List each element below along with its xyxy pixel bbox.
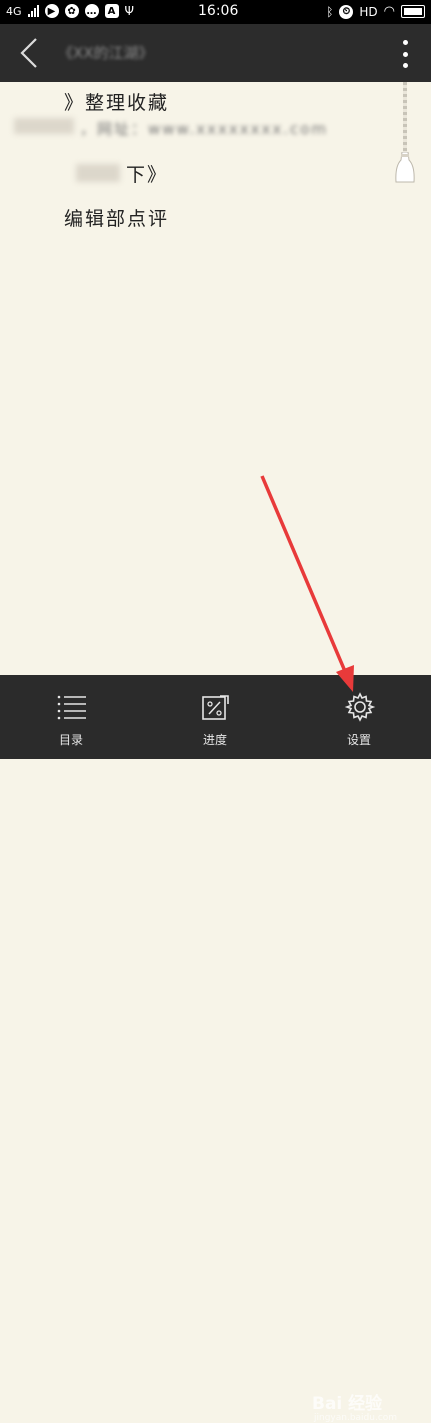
- wechat-icon: ✿: [64, 4, 79, 18]
- status-right-group: ᛒ ⏲ HD ◠: [326, 4, 425, 19]
- progress-button[interactable]: 进度: [160, 675, 270, 759]
- text-line-4: 编辑部点评: [64, 208, 170, 230]
- hd-badge: HD: [359, 4, 378, 19]
- baidu-watermark-url: jingyan.baidu.com: [314, 1413, 398, 1423]
- progress-label: 进度: [202, 733, 227, 747]
- toc-label: 目录: [58, 733, 83, 747]
- blurred-block-2: [76, 164, 120, 182]
- progress-percent-icon: [202, 695, 229, 720]
- pull-cord-rope: [403, 82, 407, 158]
- settings-gear-icon: [344, 692, 376, 722]
- toc-list-icon: [57, 695, 86, 720]
- settings-label: 设置: [346, 733, 371, 747]
- book-title: 《XX的江湖》: [58, 44, 154, 62]
- text-line-1: 》整理收藏: [64, 92, 170, 114]
- font-app-icon: A: [104, 4, 119, 18]
- pull-cord[interactable]: [395, 82, 415, 184]
- message-icon: …: [84, 4, 99, 18]
- reader-top-bar: 《XX的江湖》: [0, 24, 431, 82]
- reader-bottom-bar: 目录 进度 设置 Bai 经验 jingyan.baidu.com: [0, 675, 431, 1423]
- baidu-watermark: Bai 经验: [312, 1394, 383, 1414]
- network-type: 4G: [6, 4, 22, 18]
- pull-cord-tassel-icon: [395, 152, 415, 183]
- back-arrow-icon[interactable]: [14, 36, 44, 70]
- wifi-icon: ◠: [383, 4, 395, 19]
- text-line-3: 下》: [126, 164, 169, 186]
- settings-button[interactable]: 设置: [304, 675, 414, 759]
- bluetooth-icon: ᛒ: [326, 4, 334, 19]
- notification-app-icon: ▶: [44, 4, 59, 18]
- alarm-icon: ⏲: [339, 4, 354, 19]
- usb-icon: Ψ: [124, 4, 134, 18]
- reading-area[interactable]: 》整理收藏 ，网址：www.xxxxxxxx.com 下》 编辑部点评: [0, 82, 431, 675]
- clock: 16:06: [198, 3, 239, 19]
- blurred-block: [14, 118, 74, 134]
- toc-button[interactable]: 目录: [16, 675, 126, 759]
- status-left-group: 4G ▶ ✿ … A Ψ: [6, 4, 134, 18]
- status-bar: 4G ▶ ✿ … A Ψ 16:06 ᛒ ⏲ HD ◠: [0, 0, 431, 24]
- battery-icon: [401, 5, 425, 18]
- text-line-2-blurred: ，网址：www.xxxxxxxx.com: [80, 120, 329, 138]
- signal-icon: [27, 5, 39, 17]
- more-options-icon[interactable]: [401, 40, 409, 68]
